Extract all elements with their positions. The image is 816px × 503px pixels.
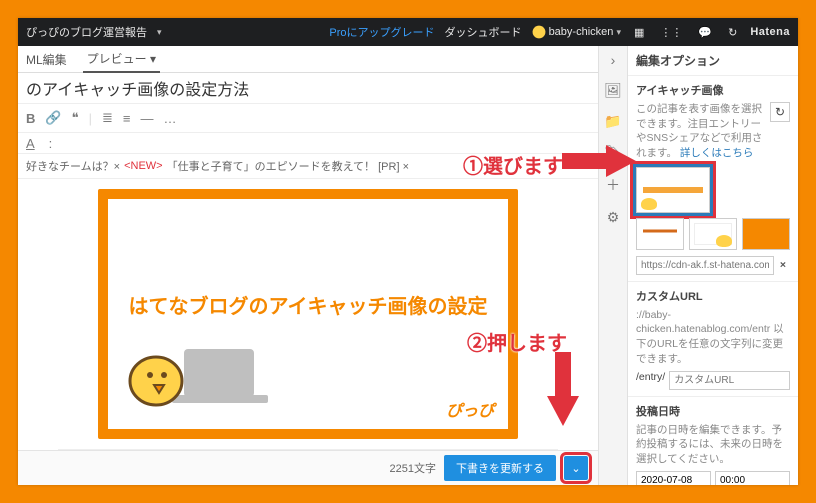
user-avatar-icon: [532, 25, 546, 39]
eyecatch-signature: ぴっぴ: [446, 397, 494, 421]
eyecatch-section-title: アイキャッチ画像: [636, 82, 790, 98]
chevron-down-icon: ⌄: [571, 462, 580, 475]
more-format-button[interactable]: …: [163, 111, 176, 126]
bold-button[interactable]: B: [26, 111, 35, 126]
eyecatch-preview-card: はてなブログのアイキャッチ画像の設定 ぴっぴ: [98, 189, 518, 439]
eyecatch-thumb[interactable]: [742, 218, 790, 250]
arrow-right-icon: [562, 145, 636, 177]
eyecatch-hint: この記事を表す画像を選択できます。注目エントリーやSNSシェアなどで利用されます…: [636, 102, 766, 161]
publish-datetime-section: 投稿日時 記事の日時を編集できます。予約投稿するには、未来の日時を選択してくださ…: [628, 397, 798, 486]
divider-icon: :: [49, 136, 53, 151]
add-tool-icon[interactable]: ＋: [606, 175, 620, 195]
collapse-panel-icon[interactable]: ›: [611, 52, 616, 68]
image-tool-icon[interactable]: 🖼: [604, 82, 622, 99]
refresh-icon: ↻: [775, 105, 785, 119]
custom-url-section: カスタムURL ://baby-chicken.hatenablog.com/e…: [628, 282, 798, 397]
user-name: baby-chicken: [549, 26, 614, 38]
custom-url-title: カスタムURL: [636, 288, 790, 304]
chevron-down-icon: ▾: [150, 52, 156, 66]
save-draft-button[interactable]: 下書きを更新する: [444, 455, 556, 481]
folder-tool-icon[interactable]: 📁: [604, 113, 621, 130]
publish-date-input[interactable]: [636, 471, 711, 485]
options-panel-header: 編集オプション: [628, 46, 798, 76]
tag-new-label: <NEW>: [124, 160, 163, 172]
eyecatch-thumb[interactable]: [689, 218, 737, 250]
editor-column: ML編集 プレビュー ▾ B 🔗 ❝ | ≣ ≡ — …: [18, 46, 598, 485]
pro-upgrade-link[interactable]: Proにアップグレード: [329, 24, 434, 40]
dashboard-link[interactable]: ダッシュボード: [445, 24, 522, 40]
eyecatch-help-link[interactable]: 詳しくはこちら: [680, 147, 754, 159]
ordered-list-button[interactable]: ≡: [123, 111, 131, 126]
post-title-input[interactable]: [18, 73, 598, 104]
editor-mode-tabs: ML編集 プレビュー ▾: [18, 46, 598, 73]
publish-hint: 記事の日時を編集できます。予約投稿するには、未来の日時を選択してください。: [636, 423, 790, 467]
tab-html-edit[interactable]: ML編集: [22, 47, 71, 72]
eyecatch-image-url-input[interactable]: [636, 256, 774, 275]
clear-url-button[interactable]: ×: [776, 259, 790, 271]
blog-title[interactable]: ぴっぴのブログ運営報告: [26, 24, 147, 40]
eyecatch-thumb[interactable]: [636, 218, 684, 250]
eyecatch-section: アイキャッチ画像 この記事を表す画像を選択できます。注目エントリーやSNSシェア…: [628, 76, 798, 282]
text-size-button[interactable]: A: [26, 136, 35, 151]
tag-item[interactable]: 好きなチームは？×: [26, 158, 120, 174]
save-dropdown-button[interactable]: ⌄: [564, 456, 588, 480]
quote-button[interactable]: ❝: [72, 110, 79, 126]
speech-icon[interactable]: 💬: [695, 26, 715, 39]
hr-button[interactable]: —: [140, 111, 153, 126]
custom-url-input[interactable]: [669, 371, 790, 390]
eyecatch-headline: はてなブログのアイキャッチ画像の設定: [129, 290, 488, 319]
settings-tool-icon[interactable]: ⚙: [607, 209, 620, 226]
apps-menu-icon[interactable]: ⋮⋮: [657, 26, 685, 39]
eyecatch-thumb-selected[interactable]: [636, 167, 710, 213]
arrow-down-icon: [547, 352, 579, 426]
edit-options-panel: 編集オプション アイキャッチ画像 この記事を表す画像を選択できます。注目エントリ…: [627, 46, 798, 485]
refresh-top-icon[interactable]: ↻: [725, 26, 740, 39]
blog-title-caret-icon[interactable]: ▾: [157, 27, 162, 38]
character-count: 2251文字: [390, 460, 436, 476]
hatena-logo[interactable]: Hatena: [750, 26, 790, 38]
preview-area: はてなブログのアイキャッチ画像の設定 ぴっぴ: [18, 179, 598, 450]
tab-preview[interactable]: プレビュー ▾: [83, 46, 160, 73]
sidebar-tool-strip: › 🖼 📁 🏷 ＋ ⚙: [598, 46, 627, 485]
publish-time-input[interactable]: [715, 471, 790, 485]
publish-section-title: 投稿日時: [636, 403, 790, 419]
grid-apps-icon[interactable]: ▦: [631, 26, 647, 39]
chick-illustration: [128, 329, 268, 419]
link-button[interactable]: 🔗: [45, 110, 61, 126]
editor-footer: 2251文字 下書きを更新する ⌄: [18, 450, 598, 485]
annotation-step1: ①選びます: [463, 150, 563, 179]
refresh-thumbnails-button[interactable]: ↻: [770, 102, 790, 122]
unordered-list-button[interactable]: ≣: [102, 110, 113, 126]
format-toolbar: B 🔗 ❝ | ≣ ≡ — …: [18, 104, 598, 133]
user-menu[interactable]: baby-chicken ▾: [532, 25, 621, 39]
custom-url-prefix: /entry/: [636, 371, 665, 390]
custom-url-hint: ://baby-chicken.hatenablog.com/entr 以下のU…: [636, 308, 790, 367]
tag-item[interactable]: 「仕事と子育て」のエピソードを教えて！ [PR] ×: [167, 158, 409, 174]
app-topbar: ぴっぴのブログ運営報告 ▾ Proにアップグレード ダッシュボード baby-c…: [18, 18, 798, 46]
